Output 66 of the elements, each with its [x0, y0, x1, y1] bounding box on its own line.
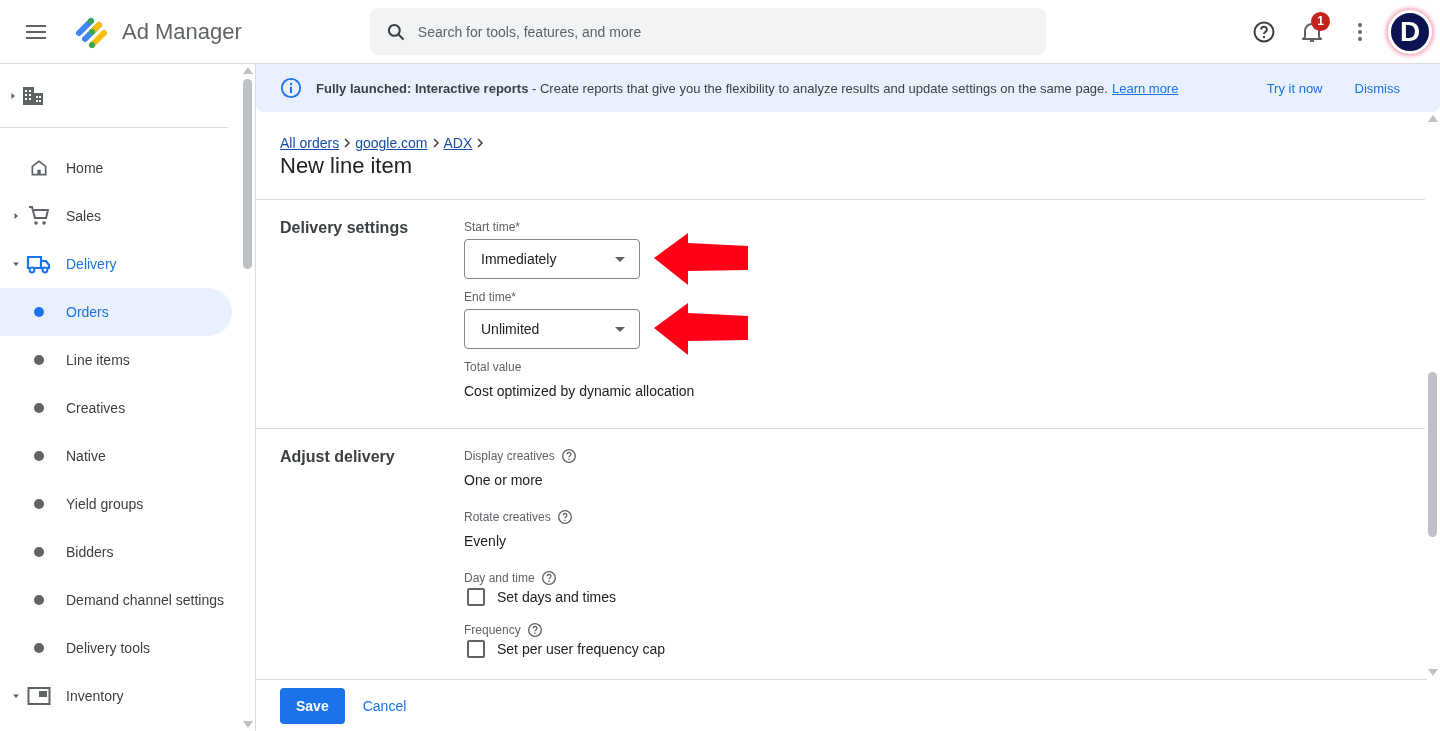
banner-action[interactable]: Dismiss: [1354, 80, 1400, 96]
nav-item[interactable]: Inventory: [0, 672, 232, 720]
checkbox[interactable]: [467, 588, 485, 606]
search-field[interactable]: Search for tools, features, and more: [415, 22, 1046, 41]
section-title: Delivery settings: [280, 219, 410, 238]
field-label: End time*: [464, 290, 517, 304]
nav-item[interactable]: Native: [0, 432, 232, 480]
field-label: Rotate creatives: [464, 510, 551, 524]
building-icon: [22, 85, 44, 106]
field-label: Frequency: [464, 623, 521, 637]
nav-item[interactable]: Yield groups: [0, 480, 232, 528]
nav-item[interactable]: Delivery tools: [0, 624, 232, 672]
breadcrumb-link[interactable]: google.com: [355, 135, 428, 151]
help-icon[interactable]: [560, 448, 577, 464]
dropdown-caret-icon: [615, 326, 625, 332]
field-label: Total value: [464, 360, 522, 374]
caret-icon: [13, 261, 19, 267]
field-label: Display creatives: [464, 449, 555, 463]
caret-icon: [13, 693, 19, 699]
window-icon: [27, 686, 51, 706]
help-icon[interactable]: [540, 570, 557, 586]
field-label: Day and time: [464, 571, 535, 585]
field-value: Cost optimized by dynamic allocation: [464, 383, 696, 400]
dropdown[interactable]: Unlimited: [464, 309, 640, 349]
checkbox-label[interactable]: Set days and times: [497, 589, 617, 605]
scrollbar-thumb[interactable]: [243, 79, 252, 269]
nav-item[interactable]: Orders: [0, 288, 232, 336]
field-value: Evenly: [464, 533, 508, 550]
nav-item[interactable]: Line items: [0, 336, 232, 384]
learn-more-link[interactable]: Learn more: [1111, 80, 1179, 96]
nav-item[interactable]: Creatives: [0, 384, 232, 432]
menu-icon[interactable]: [26, 24, 46, 39]
search-bar[interactable]: Search for tools, features, and more: [369, 8, 1046, 55]
banner-action[interactable]: Try it now: [1266, 80, 1323, 96]
truck-icon: [26, 254, 52, 274]
field-value: One or more: [464, 472, 544, 489]
home-icon: [29, 158, 49, 178]
more-icon[interactable]: [1358, 22, 1362, 41]
nav-item[interactable]: Demand channel settings: [0, 576, 232, 624]
nav-item[interactable]: Sales: [0, 192, 232, 240]
checkbox[interactable]: [467, 640, 485, 658]
breadcrumb-link[interactable]: ADX: [443, 135, 473, 151]
info-icon: [280, 77, 302, 99]
help-icon[interactable]: [1252, 19, 1276, 44]
help-icon[interactable]: [526, 622, 543, 638]
nav-item[interactable]: Home: [0, 144, 232, 192]
cart-icon: [27, 204, 51, 228]
scrollbar-thumb[interactable]: [1428, 372, 1437, 537]
notification-count: 1: [1311, 11, 1330, 31]
save-button[interactable]: Save: [280, 687, 345, 724]
breadcrumb-link[interactable]: All orders: [280, 135, 340, 151]
checkbox-label[interactable]: Set per user frequency cap: [497, 641, 666, 657]
cancel-button[interactable]: Cancel: [352, 687, 417, 724]
nav-item[interactable]: Bidders: [0, 528, 232, 576]
help-icon[interactable]: [556, 509, 573, 525]
caret-icon: [10, 92, 16, 99]
field-label: Start time*: [464, 220, 520, 234]
caret-icon: [13, 213, 19, 219]
banner-message: Fully launched: Interactive reports - Create reports that give you the flexibility to analyze results and update settings on the same page. Learn more: [316, 80, 1179, 96]
nav-item[interactable]: Delivery: [0, 240, 232, 288]
dropdown-caret-icon: [615, 256, 625, 262]
app-name: Ad Manager: [122, 18, 242, 45]
dropdown[interactable]: Immediately: [464, 239, 640, 279]
section-title: Adjust delivery: [280, 448, 396, 467]
search-icon: [385, 21, 406, 42]
page-title: New line item: [280, 153, 414, 179]
